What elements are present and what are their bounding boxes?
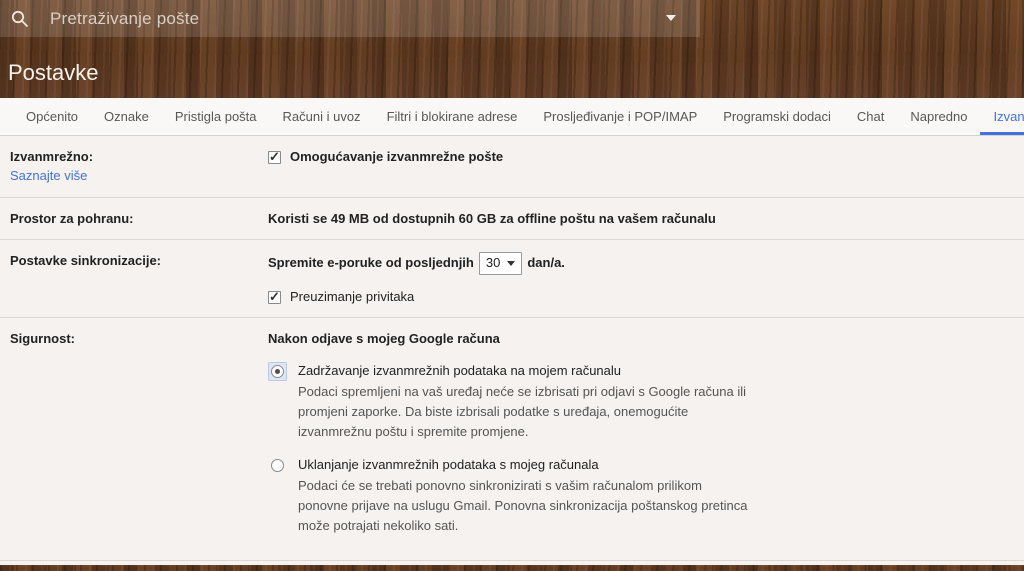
settings-tab-bar: Općenito Oznake Pristigla pošta Računi i… [0,98,1024,136]
tab-chat[interactable]: Chat [844,98,897,135]
security-label: Sigurnost: [10,331,75,346]
tab-opcenito[interactable]: Općenito [13,98,91,135]
search-input[interactable]: Pretraživanje pošte [50,9,199,29]
tab-racuni-i-uvoz[interactable]: Računi i uvoz [270,98,374,135]
section-storage: Prostor za pohranu: Koristi se 49 MB od … [0,198,1024,240]
bottom-wood-strip [0,565,1024,571]
download-attachments-checkbox[interactable] [268,289,281,305]
sync-sentence-before: Spremite e-poruke od posljednjih [268,254,474,270]
download-attachments-label: Preuzimanje privitaka [290,289,415,304]
sync-sentence-after: dan/a. [527,254,565,270]
page-title: Postavke [8,60,99,85]
enable-offline-label: Omogućavanje izvanmrežne pošte [290,149,504,164]
section-offline: Izvanmrežno: Saznajte više Omogućavanje … [0,136,1024,198]
remove-data-description: Podaci će se trebati ponovno sinkronizir… [298,478,748,533]
days-select-value: 30 [485,255,501,270]
search-bar[interactable]: Pretraživanje pošte [0,0,700,37]
section-sync: Postavke sinkronizacije: Spremite e-poru… [0,240,1024,318]
sync-label: Postavke sinkronizacije: [10,253,162,268]
days-select[interactable]: 30 [478,252,523,275]
tab-filtri-i-blokirane-adrese[interactable]: Filtri i blokirane adrese [374,98,531,135]
storage-usage-text: Koristi se 49 MB od dostupnih 60 GB za o… [268,211,716,226]
keep-data-title: Zadržavanje izvanmrežnih podataka na moj… [298,363,622,378]
tab-napredno[interactable]: Napredno [897,98,980,135]
tab-oznake[interactable]: Oznake [91,98,162,135]
keep-data-description: Podaci spremljeni na vaš uređaj neće se … [298,384,747,439]
header: Pretraživanje pošte Postavke [0,0,1024,98]
tab-pristigla-posta[interactable]: Pristigla pošta [162,98,270,135]
gmail-settings-page: Pretraživanje pošte Postavke Općenito Oz… [0,0,1024,571]
security-heading: Nakon odjave s mojeg Google računa [268,331,500,346]
remove-data-radio[interactable] [271,459,284,472]
storage-label: Prostor za pohranu: [10,211,134,226]
tab-izvanmrezno[interactable]: Izvanmrežno [980,98,1024,135]
offline-label: Izvanmrežno: [10,149,94,164]
remove-data-title: Uklanjanje izvanmrežnih podataka s mojeg… [298,457,599,472]
security-option-keep-data: Zadržavanje izvanmrežnih podataka na moj… [268,361,1004,442]
tab-programski-dodaci[interactable]: Programski dodaci [710,98,844,135]
security-option-remove-data: Uklanjanje izvanmrežnih podataka s mojeg… [268,455,1004,536]
search-icon [10,9,29,28]
section-security: Sigurnost: Nakon odjave s mojeg Google r… [0,318,1024,561]
search-options-caret-icon[interactable] [666,15,676,21]
learn-more-link[interactable]: Saznajte više [10,166,87,186]
tab-prosljedivanje-pop-imap[interactable]: Prosljeđivanje i POP/IMAP [530,98,710,135]
keep-data-radio[interactable] [271,365,284,378]
triangle-down-icon [507,260,516,266]
enable-offline-checkbox[interactable] [268,149,281,165]
